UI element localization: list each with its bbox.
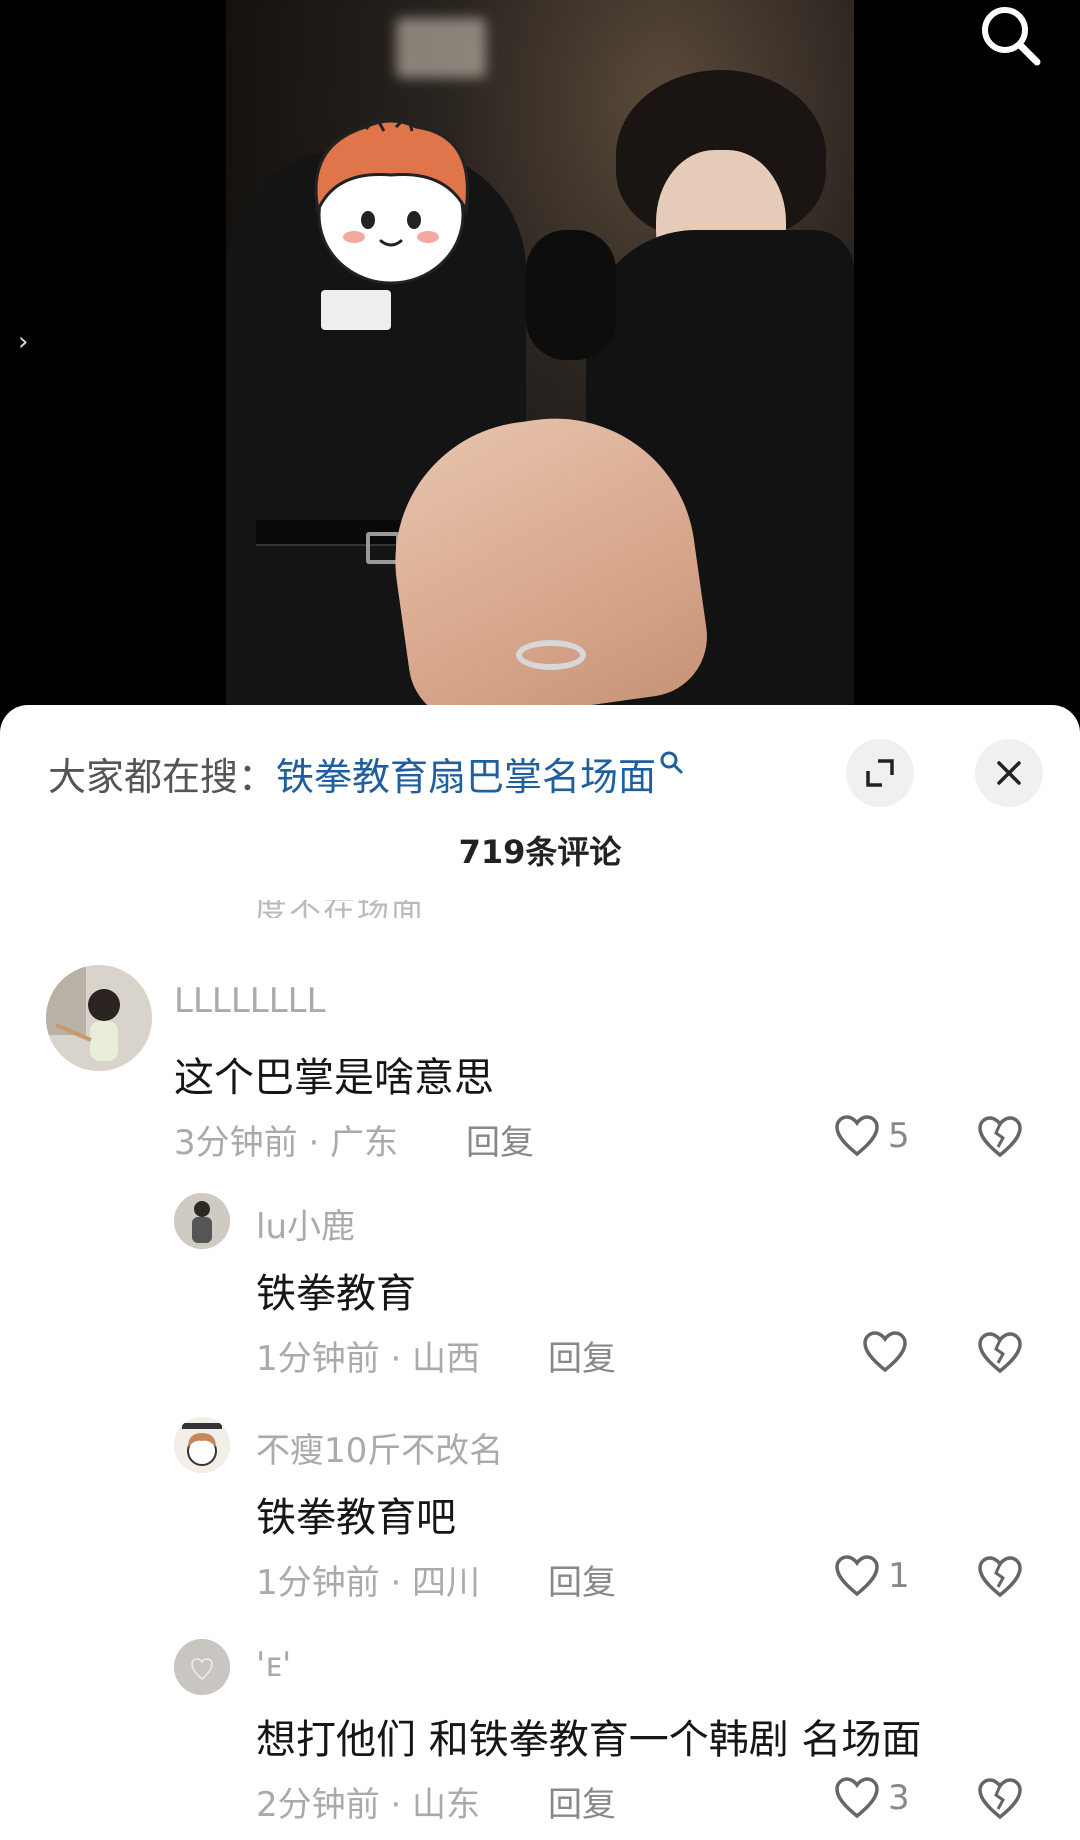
avatar[interactable] (174, 1193, 230, 1249)
username[interactable]: 'ᴇ' (256, 1645, 291, 1685)
background-light (396, 18, 486, 78)
comment-meta: 1分钟前 · 山西 (256, 1339, 481, 1379)
reply-button[interactable]: 回复 (548, 1331, 616, 1380)
reply-button[interactable]: 回复 (466, 1115, 534, 1164)
video-frame[interactable] (226, 0, 854, 705)
glove (526, 230, 616, 360)
username[interactable]: lu小鹿 (256, 1199, 355, 1248)
partial-comment-text: 度不在场面 (255, 900, 485, 918)
dislike-icon[interactable] (976, 1329, 1024, 1377)
like-count: 5 (888, 1116, 910, 1156)
like-button[interactable]: 1 (834, 1551, 910, 1601)
dislike-icon[interactable] (976, 1775, 1024, 1823)
search-icon[interactable] (975, 0, 1045, 70)
comment-meta: 3分钟前 · 广东 (174, 1123, 399, 1163)
comment-text: 这个巴掌是啥意思 (174, 1055, 494, 1101)
hot-search-prefix: 大家都在搜： (48, 754, 277, 799)
avatar[interactable] (174, 1639, 230, 1695)
comment-text: 想打他们 和铁拳教育一个韩剧 名场面 (256, 1717, 922, 1763)
heart-icon (835, 1777, 879, 1819)
avatar-image (174, 1193, 230, 1249)
app-root: › 大家都在搜： 铁拳教育扇巴掌名场面 719条评论 度不在场面 (0, 0, 1080, 1840)
avatar-image (174, 1417, 230, 1473)
heart-icon (835, 1115, 879, 1157)
comment-text: 铁拳教育 (256, 1271, 416, 1317)
like-button[interactable]: 5 (834, 1111, 910, 1161)
like-count: 3 (888, 1778, 910, 1818)
like-button[interactable]: 3 (834, 1773, 910, 1823)
shirt-collar (321, 290, 391, 330)
video-player[interactable]: › (0, 0, 1080, 720)
like-button[interactable] (862, 1327, 916, 1377)
cartoon-face-sticker (314, 115, 469, 285)
comment-text: 铁拳教育吧 (256, 1495, 456, 1541)
avatar-image (174, 1639, 230, 1695)
comment-meta: 1分钟前 · 四川 (256, 1563, 481, 1603)
hot-search-bar[interactable]: 大家都在搜： 铁拳教育扇巴掌名场面 (48, 743, 684, 803)
close-button[interactable] (975, 739, 1043, 807)
partial-comment-text-inner: 度不在场面 (255, 900, 485, 918)
comment-sheet: 大家都在搜： 铁拳教育扇巴掌名场面 719条评论 度不在场面 (0, 705, 1080, 1840)
avatar[interactable] (174, 1417, 230, 1473)
like-count: 1 (888, 1556, 910, 1596)
dislike-icon[interactable] (976, 1553, 1024, 1601)
ring (516, 640, 586, 670)
close-icon (997, 761, 1021, 785)
chevron-right-icon[interactable]: › (18, 328, 38, 356)
heart-icon (835, 1555, 879, 1597)
avatar[interactable] (46, 965, 152, 1071)
search-icon (660, 751, 683, 774)
avatar-image (46, 965, 152, 1071)
username[interactable]: 不瘦10斤不改名 (256, 1423, 503, 1472)
reply-button[interactable]: 回复 (548, 1555, 616, 1604)
expand-icon (866, 759, 894, 787)
hot-search-keyword[interactable]: 铁拳教育扇巴掌名场面 (276, 746, 656, 801)
comment-meta: 2分钟前 · 山东 (256, 1785, 481, 1825)
username[interactable]: LLLLLLLL (174, 981, 326, 1021)
heart-icon (863, 1331, 907, 1373)
expand-button[interactable] (846, 739, 914, 807)
reply-button[interactable]: 回复 (548, 1777, 616, 1826)
dislike-icon[interactable] (976, 1113, 1024, 1161)
comment-count: 719条评论 (458, 833, 622, 871)
